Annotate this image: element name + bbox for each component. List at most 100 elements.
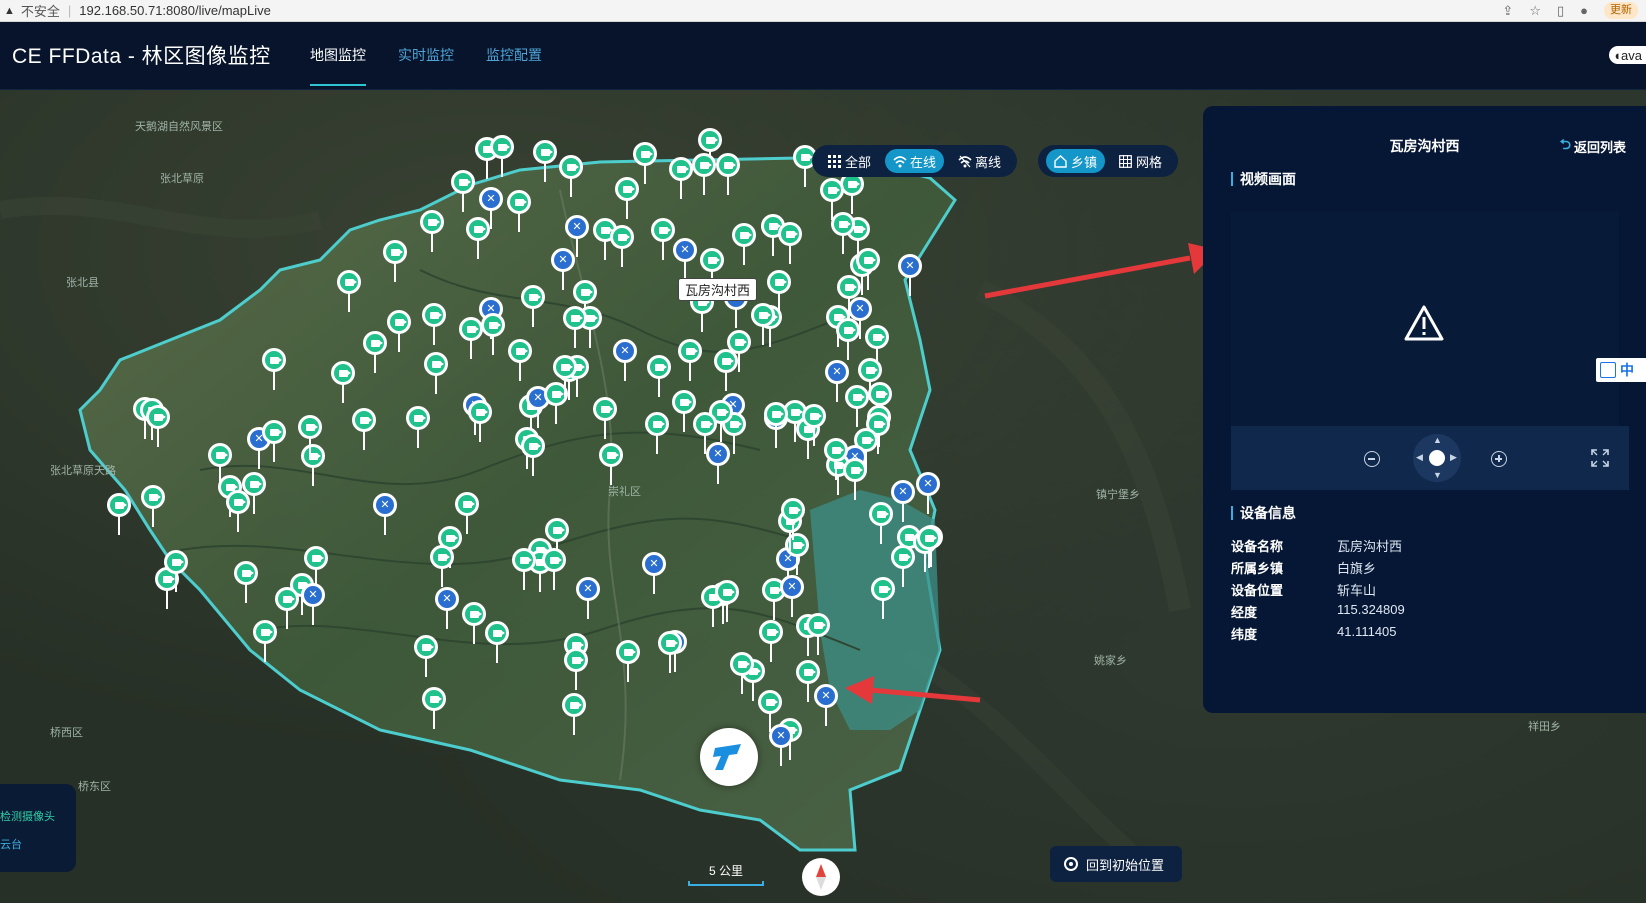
camera-marker-online[interactable] <box>363 331 387 375</box>
camera-marker-online[interactable] <box>563 306 587 350</box>
tab-monitor-config[interactable]: 监控配置 <box>486 22 542 90</box>
camera-marker-online[interactable] <box>616 640 640 684</box>
camera-marker-offline[interactable]: ✕ <box>551 248 575 292</box>
camera-marker-online[interactable] <box>462 602 486 646</box>
camera-marker-online[interactable] <box>512 548 536 592</box>
camera-marker-online[interactable] <box>730 652 754 696</box>
camera-marker-online[interactable] <box>917 526 941 570</box>
legend-camera[interactable]: 检测摄像头 <box>0 808 55 824</box>
ptz-left-icon[interactable]: ◀ <box>1416 452 1423 463</box>
camera-marker-online[interactable] <box>692 153 716 197</box>
camera-marker-online[interactable] <box>715 580 739 624</box>
camera-marker-offline[interactable]: ✕ <box>613 339 637 383</box>
camera-marker-online[interactable] <box>383 240 407 284</box>
camera-marker-online[interactable] <box>485 621 509 665</box>
share-icon[interactable]: ⇪ <box>1502 3 1513 19</box>
camera-marker-online[interactable] <box>508 339 532 383</box>
camera-marker-online[interactable] <box>732 223 756 267</box>
camera-marker-online[interactable] <box>481 313 505 357</box>
camera-marker-online[interactable] <box>275 587 299 631</box>
camera-marker-offline[interactable]: ✕ <box>916 472 940 516</box>
camera-marker-online[interactable] <box>422 303 446 347</box>
camera-marker-offline[interactable]: ✕ <box>642 552 666 596</box>
ptz-direction-pad[interactable]: ▲ ▼ ◀ ▶ <box>1413 434 1461 482</box>
camera-marker-online[interactable] <box>387 310 411 354</box>
camera-marker-online[interactable] <box>420 210 444 254</box>
camera-marker-online[interactable] <box>352 408 376 452</box>
camera-marker-online[interactable] <box>672 390 696 434</box>
camera-marker-online[interactable] <box>430 545 454 589</box>
ime-toggle[interactable]: 中 <box>1596 358 1646 382</box>
camera-marker-online[interactable] <box>521 434 545 478</box>
ptz-right-icon[interactable]: ▶ <box>1450 452 1457 463</box>
camera-marker-online[interactable] <box>424 352 448 396</box>
camera-marker-online[interactable] <box>669 157 693 201</box>
camera-marker-offline[interactable]: ✕ <box>891 480 915 524</box>
tab-map-monitor[interactable]: 地图监控 <box>310 22 366 90</box>
zoom-out-icon[interactable] <box>1364 451 1380 467</box>
camera-marker-online[interactable] <box>836 318 860 362</box>
camera-marker-online[interactable] <box>262 420 286 464</box>
camera-marker-online[interactable] <box>234 561 258 605</box>
camera-marker-offline[interactable]: ✕ <box>576 577 600 621</box>
camera-marker-offline[interactable]: ✕ <box>301 583 325 627</box>
camera-marker-online[interactable] <box>242 472 266 516</box>
camera-marker-online[interactable] <box>831 212 855 256</box>
camera-marker-online[interactable] <box>451 170 475 214</box>
camera-marker-online[interactable] <box>337 270 361 314</box>
camera-marker-online[interactable] <box>678 339 702 383</box>
camera-marker-online[interactable] <box>298 415 322 459</box>
user-menu[interactable]: ◖ ava <box>1609 46 1646 64</box>
camera-marker-online[interactable] <box>422 687 446 731</box>
camera-marker-online[interactable] <box>562 693 586 737</box>
star-icon[interactable]: ☆ <box>1529 3 1541 19</box>
camera-marker-online[interactable] <box>645 412 669 456</box>
camera-marker-online[interactable] <box>107 493 131 537</box>
camera-marker-online[interactable] <box>459 317 483 361</box>
camera-marker-online[interactable] <box>759 620 783 664</box>
camera-marker-online[interactable] <box>414 635 438 679</box>
filter-offline-button[interactable]: 离线 <box>950 149 1009 173</box>
camera-marker-online[interactable] <box>714 349 738 393</box>
camera-marker-offline[interactable]: ✕ <box>898 254 922 298</box>
camera-marker-online[interactable] <box>141 485 165 529</box>
camera-marker-offline[interactable]: ✕ <box>435 587 459 631</box>
camera-marker-online[interactable] <box>262 348 286 392</box>
camera-marker-online[interactable] <box>716 153 740 197</box>
camera-marker-online[interactable] <box>856 248 880 292</box>
camera-marker-online[interactable] <box>751 303 775 347</box>
camera-marker-online[interactable] <box>164 550 188 594</box>
camera-marker-online[interactable] <box>802 404 826 448</box>
camera-marker-online[interactable] <box>468 400 492 444</box>
camera-marker-online[interactable] <box>564 648 588 692</box>
legend-ptz[interactable]: 云台 <box>0 836 22 852</box>
camera-marker-online[interactable] <box>533 140 557 184</box>
camera-marker-online[interactable] <box>615 177 639 221</box>
camera-marker-online[interactable] <box>647 355 671 399</box>
url-text[interactable]: 192.168.50.71:8080/live/mapLive <box>79 3 271 18</box>
camera-marker-online[interactable] <box>781 498 805 542</box>
tab-realtime-monitor[interactable]: 实时监控 <box>398 22 454 90</box>
app-logo-badge[interactable] <box>700 728 758 786</box>
camera-marker-offline[interactable]: ✕ <box>814 684 838 728</box>
camera-marker-online[interactable] <box>824 438 848 482</box>
filter-online-button[interactable]: 在线 <box>885 149 945 173</box>
zoom-in-icon[interactable] <box>1491 451 1507 467</box>
layer-town-button[interactable]: 乡镇 <box>1046 149 1106 173</box>
camera-marker-offline[interactable]: ✕ <box>780 575 804 619</box>
camera-marker-online[interactable] <box>764 402 788 446</box>
compass-icon[interactable] <box>802 858 840 896</box>
camera-marker-online[interactable] <box>599 443 623 487</box>
ptz-down-icon[interactable]: ▼ <box>1433 470 1442 480</box>
camera-marker-online[interactable] <box>658 631 682 675</box>
camera-marker-online[interactable] <box>490 135 514 179</box>
ptz-center[interactable] <box>1429 450 1445 466</box>
camera-marker-online[interactable] <box>507 190 531 234</box>
camera-marker-online[interactable] <box>651 218 675 262</box>
update-button[interactable]: 更新 <box>1604 2 1638 19</box>
camera-marker-offline[interactable]: ✕ <box>706 442 730 486</box>
camera-marker-offline[interactable]: ✕ <box>769 724 793 768</box>
camera-marker-online[interactable] <box>553 355 577 399</box>
fullscreen-icon[interactable] <box>1591 449 1609 467</box>
camera-marker-online[interactable] <box>146 405 170 449</box>
